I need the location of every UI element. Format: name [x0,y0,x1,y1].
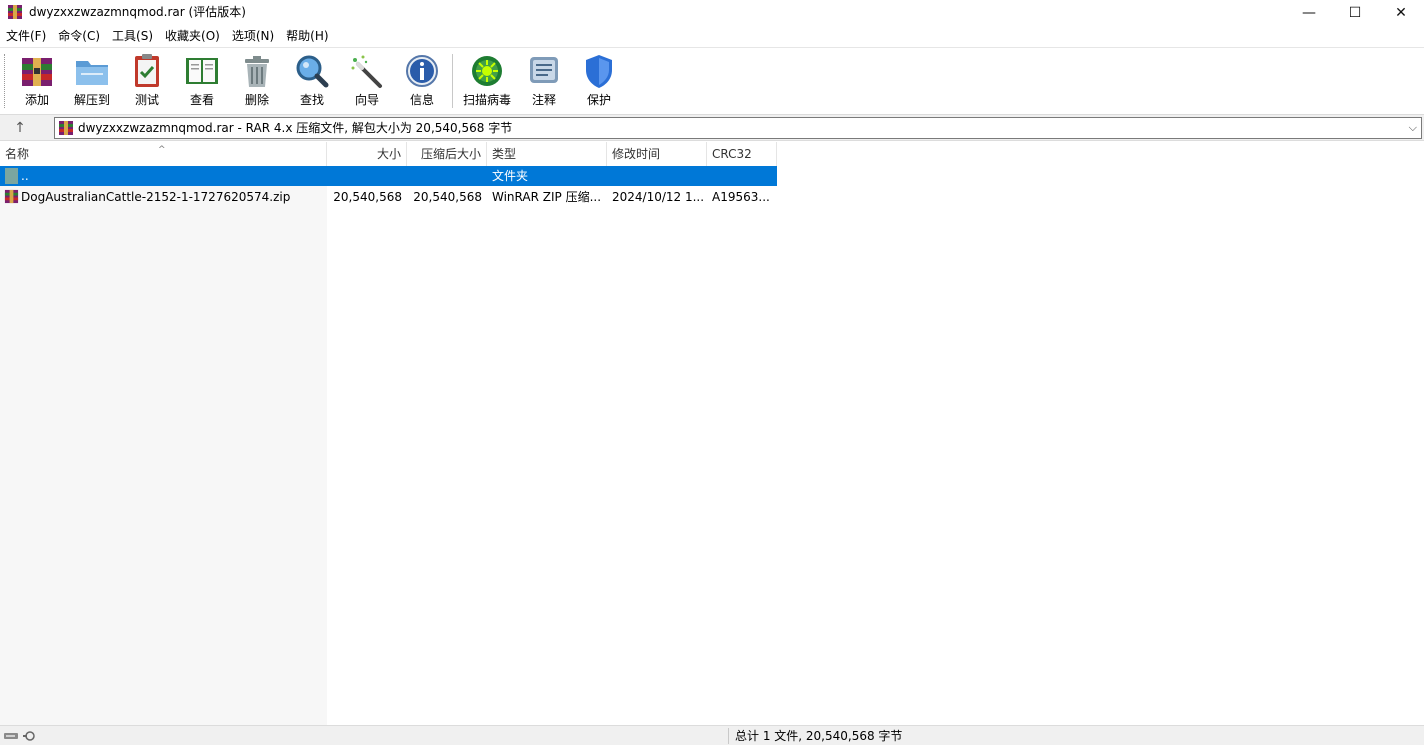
row-crc [707,166,777,186]
trash-icon [245,56,269,87]
virus-scan-label: 扫描病毒 [462,93,511,107]
add-archive-icon [22,58,52,86]
menu-file[interactable]: 文件(F) [0,26,52,46]
extract-label: 解压到 [73,93,110,107]
address-field[interactable]: dwyzxxzwzazmnqmod.rar - RAR 4.x 压缩文件, 解包… [54,117,1422,139]
column-name-label: 名称 [5,147,30,161]
close-button[interactable]: ✕ [1378,0,1424,26]
menu-commands[interactable]: 命令(C) [52,26,106,46]
virus-scan-button[interactable]: 扫描病毒 [460,52,514,110]
wizard-button[interactable]: 向导 [340,52,394,110]
info-icon [406,55,438,87]
column-crc[interactable]: CRC32 [707,142,777,166]
sort-ascending-icon: ^ [158,145,166,155]
row-modified: 2024/10/12 1... [612,190,705,204]
row-name: DogAustralianCattle-2152-1-1727620574.zi… [21,190,291,204]
row-packed: 20,540,568 [413,190,482,204]
address-text: dwyzxxzwzazmnqmod.rar - RAR 4.x 压缩文件, 解包… [78,121,513,135]
rar-archive-icon [59,121,73,135]
column-header: 名称 ^ 大小 压缩后大小 类型 修改时间 CRC32 [0,142,777,166]
maximize-button[interactable]: ☐ [1332,0,1378,26]
chevron-down-icon[interactable]: ⌵ [1409,120,1417,136]
protect-label: 保护 [586,93,611,107]
search-icon [296,55,329,88]
status-divider [728,728,729,744]
test-button[interactable]: 测试 [120,52,174,110]
test-label: 测试 [134,93,159,107]
minimize-button[interactable]: — [1286,0,1332,26]
status-bar: 总计 1 文件, 20,540,568 字节 [0,725,1424,745]
table-row-parent[interactable]: .. 文件夹 [0,166,777,186]
row-modified [607,166,707,186]
comment-icon [530,57,558,83]
drive-key-icon [4,731,35,741]
column-modified[interactable]: 修改时间 [607,142,707,166]
address-bar: ↑ dwyzxxzwzazmnqmod.rar - RAR 4.x 压缩文件, … [0,114,1424,141]
find-button[interactable]: 查找 [285,52,339,110]
view-book-icon [186,58,218,84]
test-clipboard-icon [135,54,159,87]
extract-folder-icon [76,61,108,85]
menu-tools[interactable]: 工具(S) [106,26,159,46]
menu-favorites[interactable]: 收藏夹(O) [159,26,226,46]
menu-bar: 文件(F) 命令(C) 工具(S) 收藏夹(O) 选项(N) 帮助(H) [0,26,1424,46]
column-name[interactable]: 名称 ^ [0,142,327,166]
row-crc: A19563... [712,190,770,204]
column-packed[interactable]: 压缩后大小 [407,142,487,166]
add-label: 添加 [24,93,49,107]
delete-button[interactable]: 删除 [230,52,284,110]
row-size [327,166,407,186]
name-column-background [0,166,327,725]
toolbar-grip[interactable] [4,54,7,108]
comment-label: 注释 [531,93,556,107]
winrar-app-icon [8,5,22,19]
row-size: 20,540,568 [333,190,402,204]
column-size[interactable]: 大小 [327,142,407,166]
toolbar-separator [452,54,453,108]
window-title: dwyzxxzwzazmnqmod.rar (评估版本) [29,5,246,19]
info-label: 信息 [409,93,434,107]
view-label: 查看 [189,93,214,107]
row-packed [407,166,487,186]
menu-options[interactable]: 选项(N) [226,26,280,46]
virus-scan-icon [472,56,502,86]
up-arrow-icon[interactable]: ↑ [8,118,32,138]
magic-wand-icon [351,55,382,88]
table-row[interactable]: DogAustralianCattle-2152-1-1727620574.zi… [0,187,777,207]
file-list: 名称 ^ 大小 压缩后大小 类型 修改时间 CRC32 .. 文件夹 DogAu… [0,142,1424,725]
title-bar: dwyzxxzwzazmnqmod.rar (评估版本) — ☐ ✕ [0,0,1424,26]
extract-button[interactable]: 解压到 [65,52,119,110]
shield-icon [586,55,612,88]
find-label: 查找 [299,93,324,107]
menu-help[interactable]: 帮助(H) [280,26,334,46]
toolbar: 添加 解压到 测试 查看 删除 查找 向导 信息 扫描病毒 注释 保护 [0,47,1424,114]
row-name: .. [21,169,29,183]
info-button[interactable]: 信息 [395,52,449,110]
delete-label: 删除 [244,93,269,107]
comment-button[interactable]: 注释 [517,52,571,110]
status-summary: 总计 1 文件, 20,540,568 字节 [735,729,903,743]
column-type[interactable]: 类型 [487,142,607,166]
protect-button[interactable]: 保护 [572,52,626,110]
view-button[interactable]: 查看 [175,52,229,110]
row-type: WinRAR ZIP 压缩... [492,190,602,204]
add-button[interactable]: 添加 [10,52,64,110]
row-type: 文件夹 [492,169,529,183]
wizard-label: 向导 [354,93,379,107]
